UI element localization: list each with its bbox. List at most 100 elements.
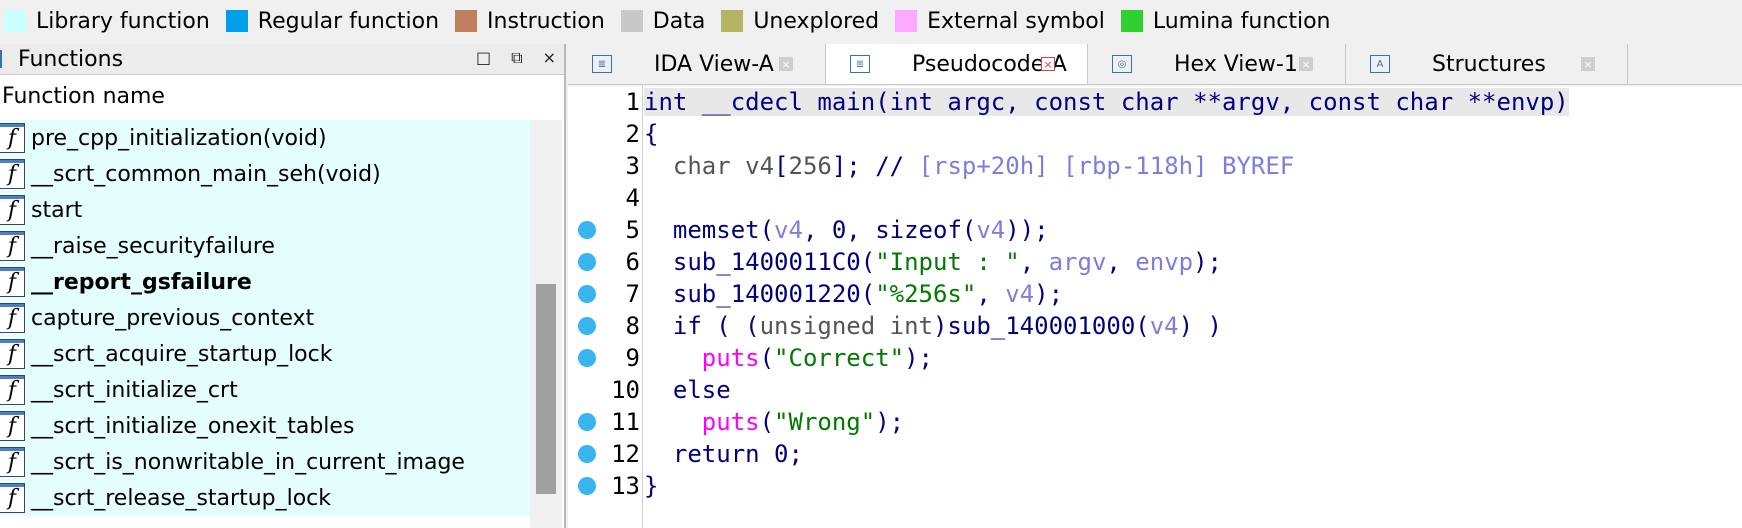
tab-close-icon[interactable]: × <box>1041 57 1055 71</box>
function-name: __scrt_is_nonwritable_in_current_image <box>31 449 465 475</box>
legend-swatch <box>1120 10 1143 32</box>
legend-item: Lumina function <box>1120 8 1331 34</box>
line-number: 3 <box>625 152 640 180</box>
close-icon[interactable]: × <box>543 48 556 68</box>
legend-item: External symbol <box>895 9 1105 34</box>
function-row[interactable]: f capture_previous_context <box>0 300 530 336</box>
breakpoint-dot-icon[interactable] <box>578 445 596 463</box>
code-text: } <box>644 472 658 500</box>
breakpoint-dot-icon[interactable] <box>578 413 596 431</box>
breakpoint-dot-icon[interactable] <box>578 221 596 239</box>
code-text: sub_140001220("%256s", v4); <box>644 280 1063 308</box>
tab-close-icon[interactable]: × <box>1581 57 1595 71</box>
function-icon: f <box>0 483 25 513</box>
code-line[interactable]: 4 <box>568 182 1742 214</box>
function-icon: f <box>0 123 25 153</box>
function-row[interactable]: f __scrt_is_nonwritable_in_current_image <box>0 444 530 480</box>
pseudocode-view[interactable]: 1 int __cdecl main(int argc, const char *… <box>568 86 1742 528</box>
function-icon: f <box>0 339 25 369</box>
tab-pseudocode-a[interactable]: ≣ Pseudocode-A × <box>826 44 1088 84</box>
code-token: , <box>976 280 1006 308</box>
function-row[interactable]: f __report_gsfailure <box>0 264 530 300</box>
breakpoint-dot-icon[interactable] <box>578 285 596 303</box>
function-row[interactable]: f __scrt_acquire_startup_lock <box>0 336 530 372</box>
legend-label: Instruction <box>487 8 605 34</box>
code-line[interactable]: 6 sub_1400011C0("Input : ", argv, envp); <box>568 246 1742 278</box>
function-name: __scrt_release_startup_lock <box>31 485 332 511</box>
function-row[interactable]: f __raise_securityfailure <box>0 228 530 264</box>
code-text: memset(v4, 0, sizeof(v4)); <box>644 216 1049 244</box>
code-token: if ( ( <box>644 312 760 340</box>
function-icon: f <box>0 267 25 297</box>
code-line[interactable]: 9 puts("Correct"); <box>568 342 1742 374</box>
code-text: int __cdecl main(int argc, const char **… <box>644 88 1569 116</box>
code-text: puts("Correct"); <box>644 344 933 372</box>
line-number: 1 <box>625 88 640 116</box>
function-icon: f <box>0 375 25 405</box>
code-text: { <box>644 120 658 148</box>
function-row[interactable]: f __scrt_initialize_crt <box>0 372 530 408</box>
code-token: [rsp+20h] [rbp-118h] BYREF <box>918 152 1295 180</box>
code-token: v4 <box>1149 312 1179 340</box>
breakpoint-dot-icon[interactable] <box>578 349 596 367</box>
function-name: __raise_securityfailure <box>31 233 275 259</box>
tab-view-icon: A <box>1370 55 1390 73</box>
legend-bar: Library function Regular function Instruct… <box>0 0 1742 42</box>
legend-label: Lumina function <box>1152 8 1331 34</box>
code-line[interactable]: 1 int __cdecl main(int argc, const char *… <box>568 86 1742 118</box>
function-icon: f <box>0 447 25 477</box>
code-token: "%256s" <box>875 280 977 308</box>
code-line[interactable]: 2{ <box>568 118 1742 150</box>
functions-panel-titlebar[interactable]: Functions □ ⧉ × <box>0 44 564 75</box>
breakpoint-dot-icon[interactable] <box>578 317 596 335</box>
tab-ida-view-a[interactable]: ≣ IDA View-A × <box>568 44 826 84</box>
function-row[interactable]: f pre_cpp_initialization(void) <box>0 120 530 156</box>
breakpoint-dot-icon[interactable] <box>578 477 596 495</box>
tab-close-icon[interactable]: × <box>779 57 793 71</box>
function-icon: f <box>0 303 25 333</box>
line-number: 2 <box>625 120 640 148</box>
code-token: sub_140001220( <box>644 280 876 308</box>
breakpoint-dot-icon[interactable] <box>578 253 596 271</box>
code-line[interactable]: 3 char v4[256]; // [rsp+20h] [rbp-118h] … <box>568 150 1742 182</box>
function-row[interactable]: f __scrt_release_startup_lock <box>0 480 530 516</box>
function-icon: f <box>0 411 25 441</box>
code-token: memset( <box>644 216 775 244</box>
code-line[interactable]: 8 if ( (unsigned int)sub_140001000(v4) ) <box>568 310 1742 342</box>
tab-structures[interactable]: A Structures × <box>1346 44 1628 84</box>
functions-scrollbar[interactable] <box>530 120 562 528</box>
code-line[interactable]: 11 puts("Wrong"); <box>568 406 1742 438</box>
function-name: __scrt_common_main_seh(void) <box>31 161 381 187</box>
line-number: 13 <box>611 472 640 500</box>
scrollbar-thumb[interactable] <box>536 284 556 494</box>
code-token: 256 <box>788 152 832 180</box>
legend-label: External symbol <box>927 8 1105 34</box>
tab-close-icon[interactable]: × <box>1299 57 1313 71</box>
code-text: sub_1400011C0("Input : ", argv, envp); <box>644 248 1222 276</box>
tab-hex-view-1[interactable]: ◎ Hex View-1 × <box>1088 44 1346 84</box>
code-line[interactable]: 5 memset(v4, 0, sizeof(v4)); <box>568 214 1742 246</box>
code-line[interactable]: 10 else <box>568 374 1742 406</box>
tab-label: IDA View-A <box>654 51 774 77</box>
function-row[interactable]: f __scrt_common_main_seh(void) <box>0 156 530 192</box>
panel-window-buttons: □ ⧉ × <box>476 48 556 68</box>
maximize-icon[interactable]: □ <box>476 48 491 68</box>
function-row[interactable]: f __scrt_initialize_onexit_tables <box>0 408 530 444</box>
column-header-function-name[interactable]: Function name <box>0 75 564 117</box>
code-token: ]; // <box>831 152 919 180</box>
code-line[interactable]: 13} <box>568 470 1742 502</box>
code-line[interactable]: 7 sub_140001220("%256s", v4); <box>568 278 1742 310</box>
function-name: start <box>31 197 83 223</box>
code-token: , 0, sizeof( <box>802 216 977 244</box>
function-row[interactable]: f start <box>0 192 530 228</box>
functions-panel-title: Functions <box>18 46 124 72</box>
code-line[interactable]: 12 return 0; <box>568 438 1742 470</box>
function-icon: f <box>0 195 25 225</box>
tab-view-icon: ≣ <box>592 55 612 73</box>
legend-item: Library function <box>4 9 210 34</box>
function-name: __scrt_initialize_onexit_tables <box>31 413 355 439</box>
float-icon[interactable]: ⧉ <box>511 48 522 68</box>
code-token: )sub_140001000( <box>932 312 1150 340</box>
code-token: argv <box>1048 248 1107 276</box>
line-number: 8 <box>625 312 640 340</box>
